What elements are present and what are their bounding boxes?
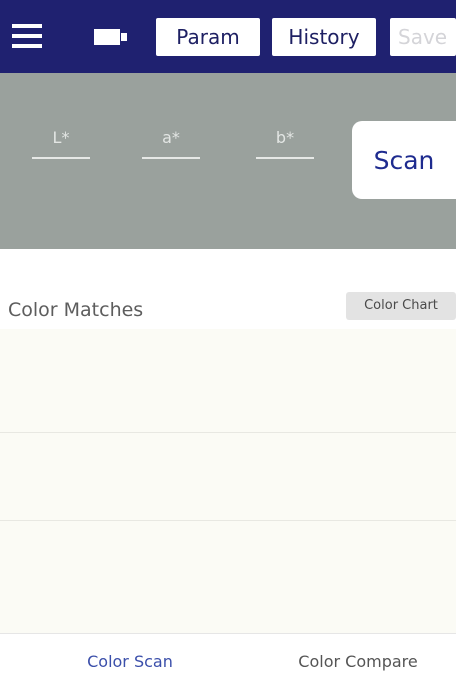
a-star-label: a* (162, 128, 180, 147)
b-star-label: b* (275, 128, 295, 147)
hamburger-menu-icon[interactable] (12, 24, 42, 48)
b-star-value-line (256, 157, 314, 159)
match-row[interactable] (0, 433, 456, 521)
scan-button[interactable]: Scan (352, 121, 456, 199)
match-row[interactable] (0, 521, 456, 633)
tab-color-compare[interactable]: Color Compare (268, 652, 448, 671)
l-star-label: L* (52, 128, 70, 147)
b-star-field: b* (254, 127, 316, 159)
l-star-value-line (32, 157, 90, 159)
a-star-value-line (142, 157, 200, 159)
top-app-bar: Param History Save (0, 0, 456, 73)
bottom-navigation: Color Scan Color Compare (0, 633, 456, 686)
history-button[interactable]: History (272, 18, 376, 56)
l-star-field: L* (30, 127, 92, 159)
tab-color-scan[interactable]: Color Scan (60, 652, 200, 671)
match-row[interactable] (0, 329, 456, 433)
param-button[interactable]: Param (156, 18, 260, 56)
color-matches-list (0, 329, 456, 633)
color-matches-title: Color Matches (8, 299, 144, 321)
battery-icon (94, 29, 128, 45)
a-star-field: a* (140, 127, 202, 159)
scan-panel: L* a* b* Scan (0, 73, 456, 249)
matches-header: Color Matches Color Chart (0, 249, 456, 329)
save-button[interactable]: Save (390, 18, 456, 56)
color-chart-button[interactable]: Color Chart (346, 292, 456, 320)
